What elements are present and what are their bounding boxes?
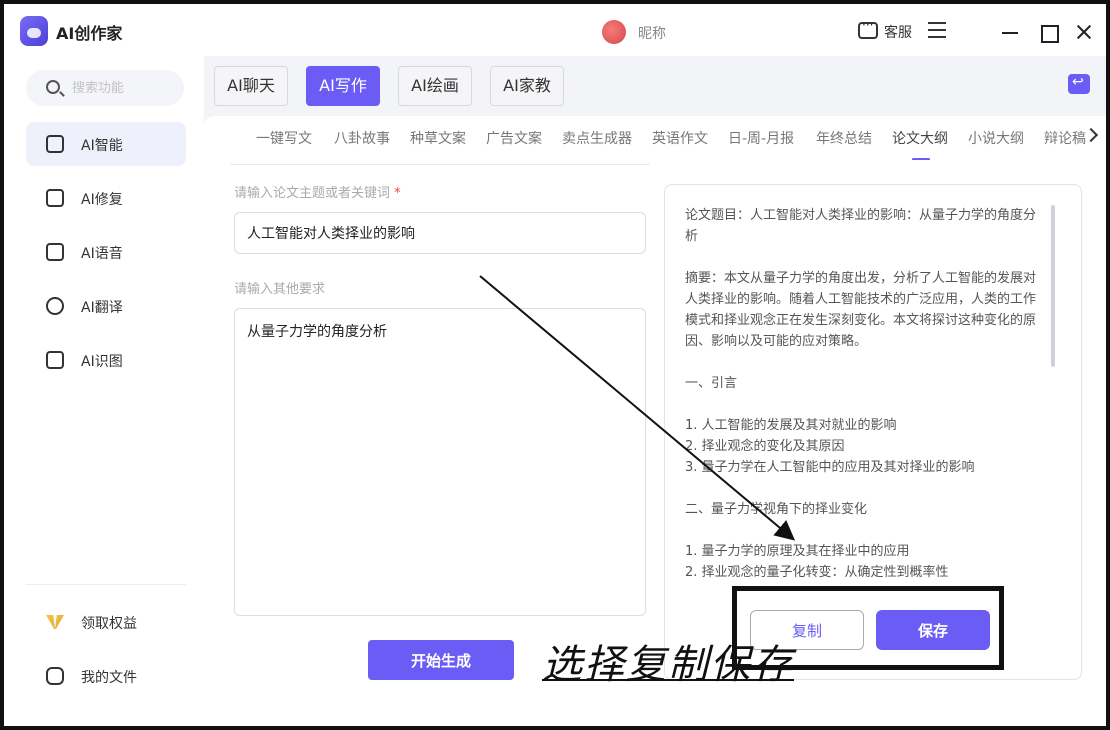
avatar[interactable] <box>602 20 626 44</box>
required-mark: * <box>394 186 401 201</box>
annotation-text: 选择复制保存 <box>542 642 794 688</box>
topic-input[interactable] <box>234 212 646 254</box>
output-paragraph: 3. 量子力学在人工智能中的应用及其对择业的影响 <box>685 460 975 475</box>
image-recognize-icon <box>46 351 64 369</box>
sidebar-item-ai-voice[interactable]: AI语音 <box>26 230 186 274</box>
output-paragraph: 论文题目：人工智能对人类择业的影响：从量子力学的角度分析 <box>685 208 1037 244</box>
divider <box>26 584 186 585</box>
sidebar-item-label: AI智能 <box>81 138 123 154</box>
tab-ai-chat[interactable]: AI聊天 <box>214 66 288 106</box>
ai-chip-icon <box>46 135 64 153</box>
sub-tab[interactable]: 卖点生成器 <box>562 128 632 148</box>
app-title: AI创作家 <box>56 24 123 43</box>
topic-label: 请输入论文主题或者关键词 * <box>234 182 401 201</box>
gift-icon <box>46 613 64 631</box>
output-paragraph: 二、量子力学视角下的择业变化 <box>685 502 868 517</box>
sub-tab-active[interactable]: 论文大纲 <box>892 128 948 160</box>
sub-tab[interactable]: 英语作文 <box>652 128 708 148</box>
customer-service-button[interactable]: 客服 <box>884 22 912 42</box>
active-tab-underline <box>912 158 930 160</box>
sidebar-item-ai-repair[interactable]: AI修复 <box>26 176 186 220</box>
output-text: 论文题目：人工智能对人类择业的影响：从量子力学的角度分析 摘要：本文从量子力学的… <box>685 205 1045 585</box>
close-icon[interactable] <box>1074 22 1094 42</box>
sub-tab-label: 论文大纲 <box>892 131 948 147</box>
sub-tab[interactable]: 年终总结 <box>816 128 872 148</box>
sidebar-item-ai-translate[interactable]: AI翻译 <box>26 284 186 328</box>
divider <box>230 164 650 165</box>
translate-icon <box>46 297 64 315</box>
sub-tab[interactable]: 辩论稿 <box>1044 128 1086 148</box>
sidebar-item-label: 领取权益 <box>81 616 137 632</box>
sidebar-item-benefits[interactable]: 领取权益 <box>26 600 186 644</box>
chat-bubble-icon[interactable] <box>858 18 878 39</box>
sidebar-item-label: AI识图 <box>81 354 123 370</box>
output-paragraph: 2. 择业观念的量子化转变：从确定性到概率性 <box>685 565 949 580</box>
sub-tab[interactable]: 一键写文 <box>256 128 312 148</box>
output-paragraph: 摘要：本文从量子力学的角度出发，分析了人工智能的发展对人类择业的影响。随着人工智… <box>685 271 1037 349</box>
image-repair-icon <box>46 189 64 207</box>
tab-ai-writing[interactable]: AI写作 <box>306 66 380 106</box>
minimize-icon[interactable] <box>1000 22 1020 42</box>
search-icon <box>46 80 60 94</box>
tab-ai-tutor[interactable]: AI家教 <box>490 66 564 106</box>
search-box[interactable] <box>26 70 184 106</box>
other-requirements-textarea[interactable]: 从量子力学的角度分析 <box>234 308 646 616</box>
sub-tab[interactable]: 小说大纲 <box>968 128 1024 148</box>
maximize-icon[interactable] <box>1038 22 1059 43</box>
chevron-right-icon[interactable] <box>1083 127 1099 143</box>
file-icon <box>46 667 64 685</box>
nickname[interactable]: 昵称 <box>638 23 666 43</box>
sidebar-item-my-files[interactable]: 我的文件 <box>26 654 186 698</box>
output-paragraph: 2. 择业观念的变化及其原因 <box>685 439 845 454</box>
sub-tab[interactable]: 广告文案 <box>486 128 542 148</box>
hamburger-menu-icon[interactable] <box>928 22 946 38</box>
other-requirements-label: 请输入其他要求 <box>234 282 326 297</box>
generate-button[interactable]: 开始生成 <box>368 640 514 680</box>
app-logo-icon <box>20 16 48 46</box>
sidebar-item-label: 我的文件 <box>81 670 137 686</box>
sidebar-item-label: AI翻译 <box>81 300 123 316</box>
search-input[interactable] <box>72 79 172 97</box>
undo-icon[interactable] <box>1068 74 1090 94</box>
sub-tab[interactable]: 种草文案 <box>410 128 466 148</box>
sidebar-item-label: AI语音 <box>81 246 123 262</box>
sub-tab[interactable]: 八卦故事 <box>334 128 390 148</box>
tab-ai-drawing[interactable]: AI绘画 <box>398 66 472 106</box>
voice-icon <box>46 243 64 261</box>
sidebar-item-ai-smart[interactable]: AI智能 <box>26 122 186 166</box>
sidebar-item-ai-recognize[interactable]: AI识图 <box>26 338 186 382</box>
output-paragraph: 1. 人工智能的发展及其对就业的影响 <box>685 418 897 433</box>
title-bar: AI创作家 昵称 客服 <box>4 4 1106 56</box>
sidebar-item-label: AI修复 <box>81 192 123 208</box>
output-paragraph: 一、引言 <box>685 376 738 391</box>
sub-tab[interactable]: 日-周-月报 <box>728 128 794 148</box>
output-paragraph: 1. 量子力学的原理及其在择业中的应用 <box>685 544 910 559</box>
sidebar: AI智能 AI修复 AI语音 AI翻译 AI识图 领取权益 我的文件 <box>4 56 204 726</box>
scrollbar[interactable] <box>1051 205 1055 367</box>
sub-tabs: 一键写文 八卦故事 种草文案 广告文案 卖点生成器 英语作文 日-周-月报 年终… <box>256 126 1086 160</box>
topic-label-text: 请输入论文主题或者关键词 <box>234 186 391 201</box>
